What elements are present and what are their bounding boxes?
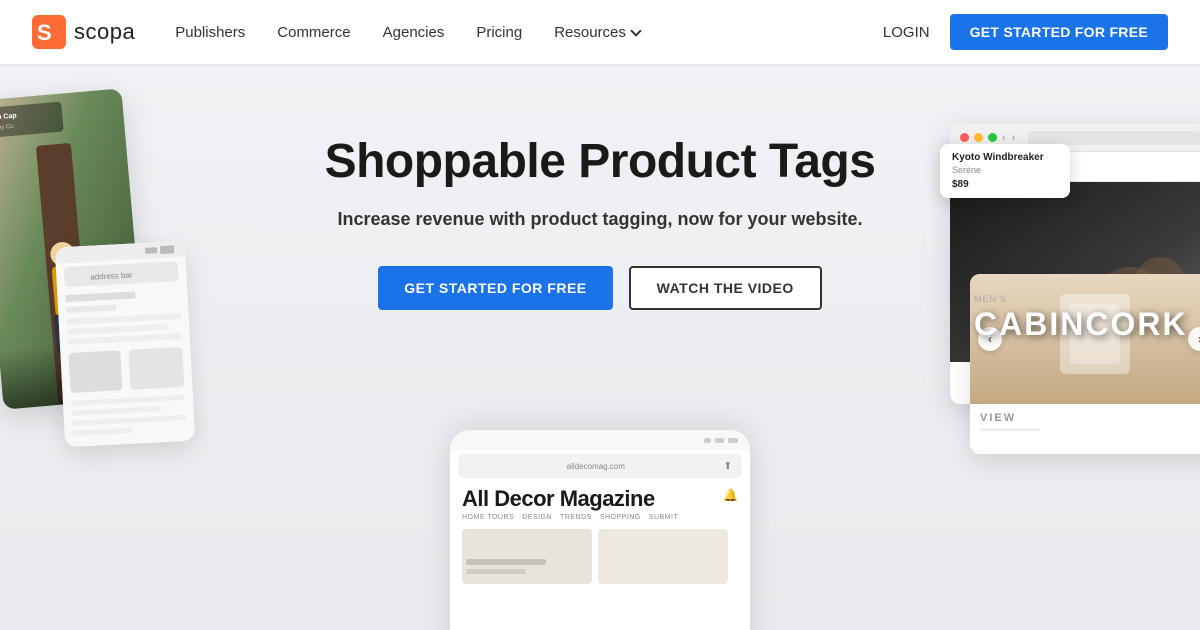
browser-section-label: MEN'S	[974, 294, 1188, 304]
browser-overlay-text: MEN'S CABINCORK	[962, 284, 1200, 350]
address-text: alldecomag.com	[468, 462, 724, 471]
hero-cta-button[interactable]: GET STARTED FOR FREE	[378, 266, 612, 310]
nav-pricing[interactable]: Pricing	[476, 24, 522, 41]
nav-links: Publishers Commerce Agencies Pricing Res…	[175, 24, 883, 41]
phone-address-bar: alldecomag.com ⬆	[458, 454, 742, 478]
hero-section: Path Cap Sunny Co. address bar	[0, 64, 1200, 630]
mag-nav-trends: TRENDS	[560, 514, 592, 521]
magazine-content-area	[450, 525, 750, 598]
product-tag-tooltip: Kyoto Windbreaker Serène $89	[940, 144, 1070, 198]
mag-nav-shopping: SHOPPING	[600, 514, 641, 521]
mockup-left-ui: address bar VIEWS	[55, 241, 195, 448]
hero-title: Shoppable Product Tags	[325, 134, 876, 189]
hero-subtitle: Increase revenue with product tagging, n…	[337, 209, 862, 230]
carousel-progress-bar	[980, 428, 1040, 431]
mag-nav-home: HOME TOURS	[462, 514, 514, 521]
browser-back-icon[interactable]: ‹	[1002, 132, 1006, 144]
navigation: S scopa Publishers Commerce Agencies Pri…	[0, 0, 1200, 64]
nav-commerce[interactable]: Commerce	[277, 24, 350, 41]
carousel-view-label: VIEW	[980, 412, 1200, 424]
magazine-title: All Decor Magazine	[462, 488, 738, 510]
logo-icon: S	[32, 15, 66, 49]
browser-nav-buttons: ‹ ›	[1002, 132, 1015, 144]
nav-right: LOGIN GET STARTED FOR FREE	[883, 14, 1168, 50]
browser-maximize-dot	[988, 133, 997, 142]
nav-publishers[interactable]: Publishers	[175, 24, 245, 41]
mag-nav-design: DESIGN	[522, 514, 552, 521]
carousel-info: VIEW	[970, 404, 1200, 454]
share-icon: ⬆	[724, 461, 732, 472]
logo-link[interactable]: S scopa	[32, 15, 135, 49]
nav-resources[interactable]: Resources	[554, 24, 640, 41]
chevron-down-icon	[630, 25, 641, 36]
left-ui-svg: address bar	[55, 241, 195, 448]
signal-indicator	[704, 438, 711, 443]
product-tag-price: $89	[952, 179, 1058, 190]
hero-buttons: GET STARTED FOR FREE WATCH THE VIDEO	[378, 266, 822, 310]
browser-close-dot	[960, 133, 969, 142]
nav-cta-button[interactable]: GET STARTED FOR FREE	[950, 14, 1168, 50]
browser-forward-icon[interactable]: ›	[1012, 132, 1016, 144]
browser-minimize-dot	[974, 133, 983, 142]
logo-text: scopa	[74, 19, 135, 45]
product-tag-brand: Serène	[952, 165, 1058, 175]
magazine-header: 🔔 All Decor Magazine HOME TOURS DESIGN T…	[450, 482, 750, 525]
browser-hero-image: MEN'S CABINCORK	[950, 182, 1200, 362]
wifi-indicator	[715, 438, 724, 443]
nav-agencies[interactable]: Agencies	[383, 24, 445, 41]
svg-text:S: S	[37, 20, 52, 45]
magazine-content-svg	[462, 529, 738, 589]
mag-nav-submit: SUBMIT	[649, 514, 678, 521]
browser-address-bar[interactable]	[1028, 131, 1200, 145]
magazine-nav: HOME TOURS DESIGN TRENDS SHOPPING SUBMIT	[462, 514, 738, 521]
phone-status-bar	[450, 430, 750, 450]
login-button[interactable]: LOGIN	[883, 24, 930, 41]
product-tag-name: Kyoto Windbreaker	[952, 152, 1058, 163]
mockup-center-phone: alldecomag.com ⬆ 🔔 All Decor Magazine HO…	[450, 430, 750, 630]
bell-icon: 🔔	[723, 488, 738, 502]
battery-indicator	[728, 438, 738, 443]
browser-brand-text: CABINCORK	[974, 308, 1188, 340]
hero-video-button[interactable]: WATCH THE VIDEO	[629, 266, 822, 310]
